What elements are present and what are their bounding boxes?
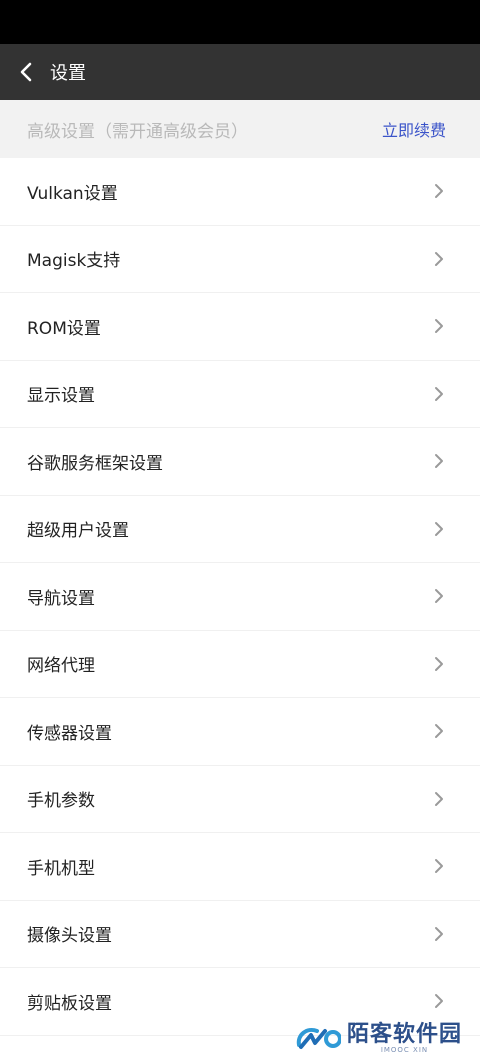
list-item-label: 超级用户设置 bbox=[27, 521, 129, 542]
chevron-right-icon bbox=[434, 926, 444, 942]
chevron-right-icon bbox=[434, 251, 444, 267]
chevron-right-icon bbox=[434, 318, 444, 334]
settings-item-camera[interactable]: 摄像头设置 bbox=[0, 901, 480, 968]
advanced-settings-header: 高级设置（需开通高级会员） 立即续费 bbox=[0, 100, 480, 158]
settings-item-google-services[interactable]: 谷歌服务框架设置 bbox=[0, 428, 480, 496]
status-bar bbox=[0, 0, 480, 44]
list-item-label: 谷歌服务框架设置 bbox=[27, 453, 163, 474]
back-button[interactable] bbox=[0, 44, 52, 100]
chevron-right-icon bbox=[434, 858, 444, 874]
section-title: 高级设置（需开通高级会员） bbox=[27, 121, 248, 142]
list-item-label: 显示设置 bbox=[27, 386, 95, 407]
list-item-label: 手机参数 bbox=[27, 791, 95, 812]
app-bar: 设置 bbox=[0, 44, 480, 100]
chevron-right-icon bbox=[434, 656, 444, 672]
list-item-label: 剪贴板设置 bbox=[27, 993, 112, 1014]
chevron-right-icon bbox=[434, 588, 444, 604]
watermark: 陌客软件园 IMOOC XIN bbox=[295, 1022, 462, 1055]
settings-item-display[interactable]: 显示设置 bbox=[0, 361, 480, 428]
settings-item-superuser[interactable]: 超级用户设置 bbox=[0, 496, 480, 563]
chevron-right-icon bbox=[434, 183, 444, 199]
settings-item-sensors[interactable]: 传感器设置 bbox=[0, 698, 480, 766]
watermark-title: 陌客软件园 bbox=[346, 1021, 462, 1047]
settings-item-navigation[interactable]: 导航设置 bbox=[0, 563, 480, 631]
settings-list: Vulkan设置 Magisk支持 ROM设置 显示设置 谷歌服务框架设置 超级… bbox=[0, 158, 480, 1036]
chevron-right-icon bbox=[434, 723, 444, 739]
page-title: 设置 bbox=[50, 63, 86, 84]
settings-item-network-proxy[interactable]: 网络代理 bbox=[0, 631, 480, 698]
settings-item-rom[interactable]: ROM设置 bbox=[0, 293, 480, 361]
chevron-right-icon bbox=[434, 386, 444, 402]
settings-item-vulkan[interactable]: Vulkan设置 bbox=[0, 158, 480, 226]
watermark-logo-icon bbox=[295, 1023, 342, 1055]
list-item-label: 导航设置 bbox=[27, 588, 95, 609]
list-item-label: ROM设置 bbox=[27, 318, 101, 339]
chevron-right-icon bbox=[434, 521, 444, 537]
settings-item-phone-params[interactable]: 手机参数 bbox=[0, 766, 480, 833]
list-item-label: 传感器设置 bbox=[27, 723, 112, 744]
watermark-subtitle: IMOOC XIN bbox=[380, 1046, 429, 1054]
chevron-right-icon bbox=[434, 791, 444, 807]
renew-button[interactable]: 立即续费 bbox=[382, 117, 446, 141]
list-item-label: 手机机型 bbox=[27, 858, 95, 879]
list-item-label: Magisk支持 bbox=[27, 251, 121, 272]
list-item-label: Vulkan设置 bbox=[27, 183, 118, 204]
settings-item-magisk[interactable]: Magisk支持 bbox=[0, 226, 480, 293]
chevron-left-icon bbox=[20, 62, 32, 82]
list-item-label: 摄像头设置 bbox=[27, 926, 112, 947]
list-item-label: 网络代理 bbox=[27, 656, 95, 677]
chevron-right-icon bbox=[434, 453, 444, 469]
settings-item-phone-model[interactable]: 手机机型 bbox=[0, 833, 480, 901]
chevron-right-icon bbox=[434, 993, 444, 1009]
